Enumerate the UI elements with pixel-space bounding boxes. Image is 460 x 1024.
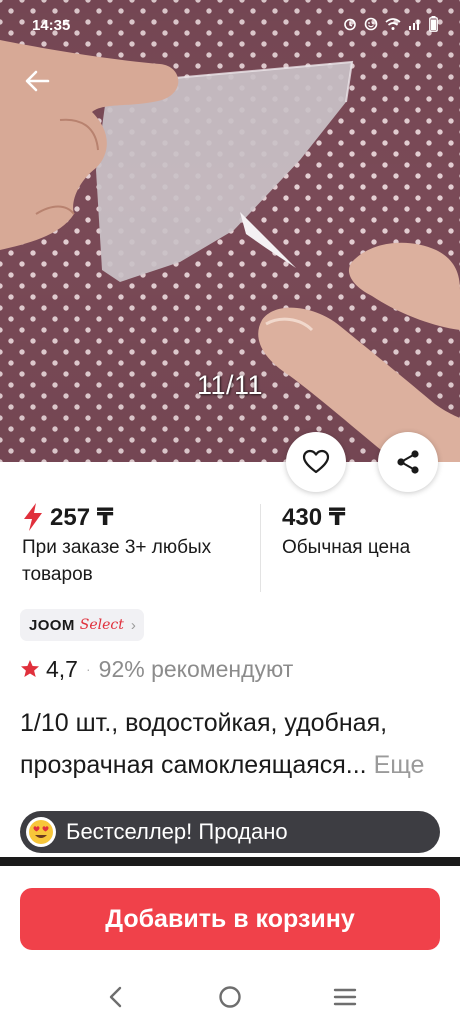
bulk-price-value: 257 ₸ [50,503,114,531]
emoji-face [29,820,53,844]
bulk-price: 257 ₸ При заказе 3+ любых товаров [22,500,252,588]
arrow-left-icon [25,70,50,92]
joom-select-text: Select [79,617,124,633]
bestseller-text: Бестселлер! Продано [66,819,288,844]
wifi-icon [385,17,401,36]
status-icons [343,16,438,37]
nav-home-button[interactable] [210,980,250,1014]
title-more-link[interactable]: Еще [374,751,425,779]
heart-eyes-emoji-icon [26,817,56,847]
hotspot-icon [364,17,378,36]
battery-icon [429,16,438,37]
favorite-button[interactable] [286,432,346,492]
signal-icon [408,17,422,36]
star-icon [21,660,39,677]
regular-price-value: 430 ₸ [282,503,346,531]
product-title-text: 1/10 шт., водостойкая, удобная, прозрачн… [20,709,388,779]
alarm-icon [343,17,357,36]
nav-recents-button[interactable] [325,980,365,1014]
system-nav-bar [0,966,460,1024]
status-time: 14:35 [32,17,71,34]
joom-select-badge[interactable]: JOOM Select › [20,609,144,641]
chevron-right-icon: › [130,616,136,634]
product-title[interactable]: 1/10 шт., водостойкая, удобная, прозрачн… [20,702,440,814]
home-icon [219,986,241,1008]
lightning-icon [24,503,42,531]
recommend-percent: 92% рекомендуют [98,655,294,682]
back-button[interactable] [18,62,56,100]
regular-price: 430 ₸ Обычная цена [282,500,452,561]
share-button[interactable] [378,432,438,492]
rating-row[interactable]: 4,7 · 92% рекомендуют [20,652,293,686]
bulk-price-caption: При заказе 3+ любых товаров [22,537,212,585]
regular-price-caption: Обычная цена [282,537,411,558]
nav-back-button[interactable] [96,980,136,1014]
right-thumb [348,242,460,330]
joom-logo-text: JOOM [29,616,75,634]
heart-icon [302,449,330,474]
status-bar: 14:35 [0,0,460,52]
price-divider [260,504,261,592]
add-to-cart-button[interactable]: Добавить в корзину [20,888,440,950]
price-block: 257 ₸ При заказе 3+ любых товаров 430 ₸ … [0,500,460,596]
product-photo[interactable]: 14:35 11/11 [0,0,460,462]
share-icon [397,450,419,474]
back-icon [109,986,122,1008]
rating-separator: · [85,661,91,677]
recents-icon [333,988,357,1006]
sheet-divider [0,857,460,866]
film-backing [240,212,296,268]
bestseller-banner[interactable]: Бестселлер! Продано [20,811,440,853]
gallery-counter: 11/11 [196,370,264,400]
rating-value: 4,7 [46,655,78,682]
